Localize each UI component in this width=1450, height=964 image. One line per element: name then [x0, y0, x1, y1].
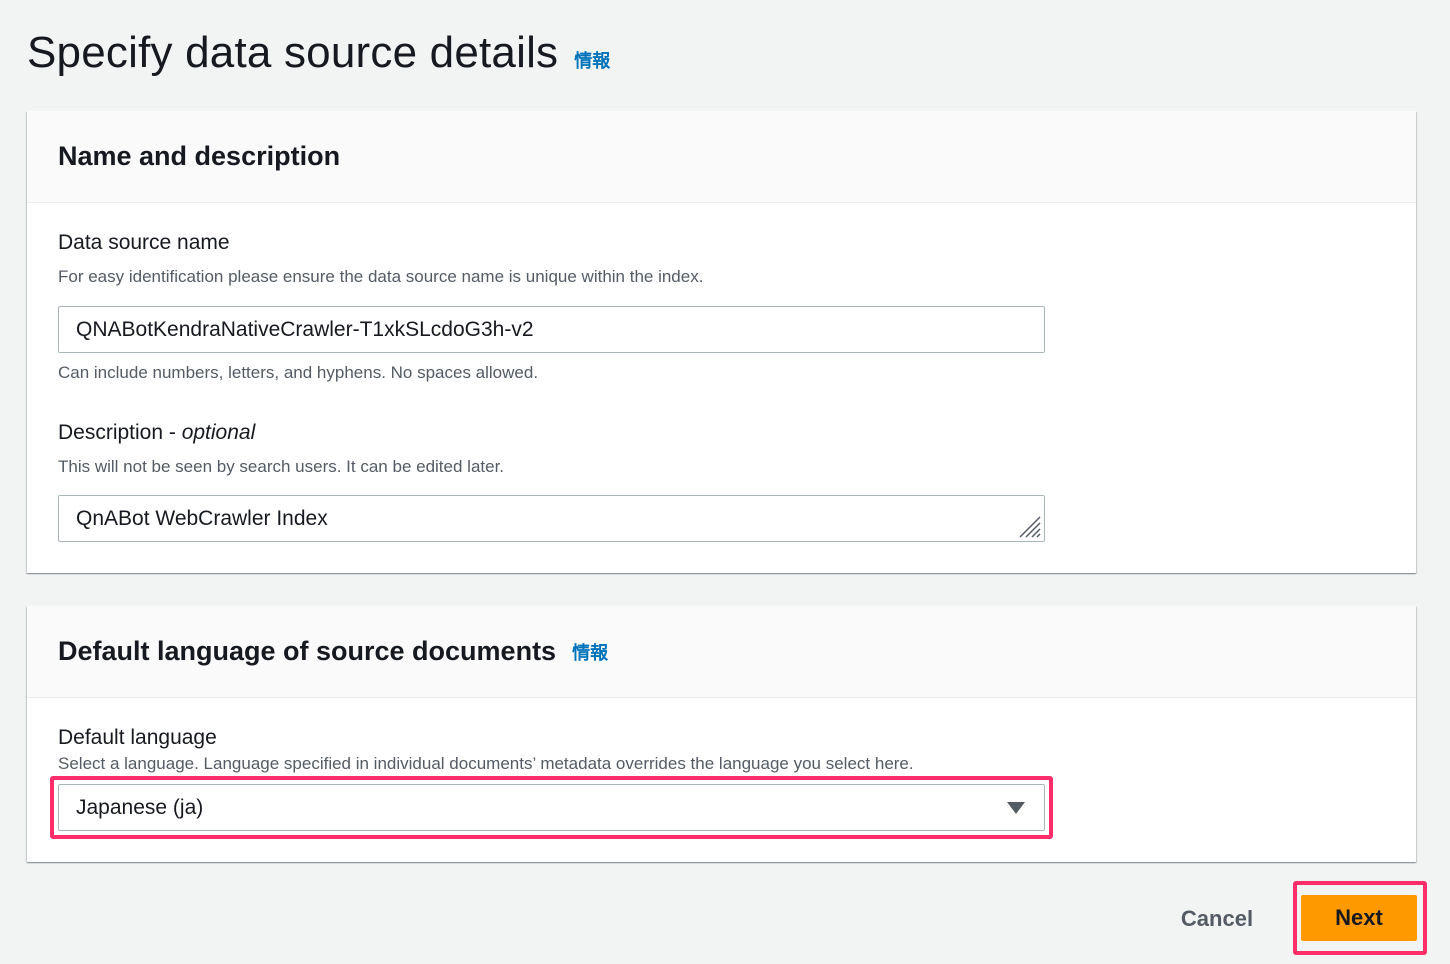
field-description: For easy identification please ensure th… [58, 267, 704, 286]
field-label: Default language [58, 726, 217, 749]
description-textarea[interactable]: QnABot WebCrawler Index [58, 495, 1045, 542]
next-button[interactable]: Next [1301, 895, 1417, 941]
input-value: QNABotKendraNativeCrawler-T1xkSLcdoG3h-v… [76, 317, 534, 341]
panel-header: Default language of source documents 情報 [27, 606, 1416, 698]
field-constraint: Can include numbers, letters, and hyphen… [58, 363, 539, 382]
field-label: Data source name [58, 231, 230, 254]
default-language-panel: Default language of source documents 情報 … [27, 606, 1416, 862]
name-and-description-panel: Name and description Data source name Fo… [27, 111, 1416, 573]
textarea-value: QnABot WebCrawler Index [76, 506, 328, 530]
info-link[interactable]: 情報 [574, 47, 610, 73]
panel-title: Default language of source documents [58, 636, 557, 666]
page-title: Specify data source details [27, 28, 559, 77]
caret-down-icon [1007, 801, 1025, 814]
info-link[interactable]: 情報 [572, 639, 608, 665]
panel-title: Name and description [58, 141, 341, 171]
page: Specify data source details 情報 Name and … [0, 0, 1450, 964]
resize-handle-icon[interactable] [1016, 513, 1042, 539]
data-source-name-field: Data source name For easy identification… [58, 231, 703, 287]
default-language-select[interactable]: Japanese (ja) [58, 784, 1045, 831]
description-field: Description - optional This will not be … [58, 421, 504, 477]
field-description: This will not be seen by search users. I… [58, 457, 505, 476]
panel-header: Name and description [27, 111, 1416, 203]
cancel-button[interactable]: Cancel [1164, 893, 1270, 945]
page-header: Specify data source details 情報 [27, 28, 610, 78]
field-description: Select a language. Language specified in… [58, 754, 914, 773]
data-source-name-input[interactable]: QNABotKendraNativeCrawler-T1xkSLcdoG3h-v… [58, 306, 1045, 353]
field-label: Description - optional [58, 421, 256, 444]
default-language-field: Default language Select a language. Lang… [58, 726, 914, 774]
select-value: Japanese (ja) [76, 795, 204, 819]
